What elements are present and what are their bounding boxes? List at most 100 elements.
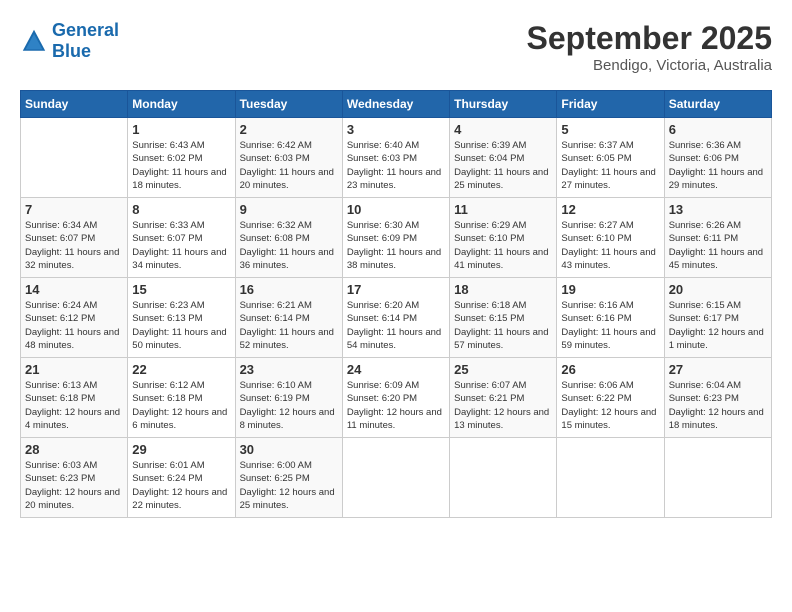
calendar-cell: 29 Sunrise: 6:01 AMSunset: 6:24 PMDaylig… [128, 438, 235, 518]
day-number: 19 [561, 282, 659, 297]
calendar-cell: 16 Sunrise: 6:21 AMSunset: 6:14 PMDaylig… [235, 278, 342, 358]
cell-info: Sunrise: 6:42 AMSunset: 6:03 PMDaylight:… [240, 139, 338, 192]
cell-info: Sunrise: 6:06 AMSunset: 6:22 PMDaylight:… [561, 379, 659, 432]
calendar-cell: 20 Sunrise: 6:15 AMSunset: 6:17 PMDaylig… [664, 278, 771, 358]
cell-info: Sunrise: 6:43 AMSunset: 6:02 PMDaylight:… [132, 139, 230, 192]
column-header-saturday: Saturday [664, 91, 771, 118]
cell-info: Sunrise: 6:29 AMSunset: 6:10 PMDaylight:… [454, 219, 552, 272]
cell-info: Sunrise: 6:21 AMSunset: 6:14 PMDaylight:… [240, 299, 338, 352]
day-number: 24 [347, 362, 445, 377]
cell-info: Sunrise: 6:39 AMSunset: 6:04 PMDaylight:… [454, 139, 552, 192]
cell-info: Sunrise: 6:18 AMSunset: 6:15 PMDaylight:… [454, 299, 552, 352]
calendar-cell: 27 Sunrise: 6:04 AMSunset: 6:23 PMDaylig… [664, 358, 771, 438]
cell-info: Sunrise: 6:07 AMSunset: 6:21 PMDaylight:… [454, 379, 552, 432]
day-number: 29 [132, 442, 230, 457]
day-number: 21 [25, 362, 123, 377]
calendar-cell: 1 Sunrise: 6:43 AMSunset: 6:02 PMDayligh… [128, 118, 235, 198]
cell-info: Sunrise: 6:16 AMSunset: 6:16 PMDaylight:… [561, 299, 659, 352]
day-number: 10 [347, 202, 445, 217]
day-number: 4 [454, 122, 552, 137]
column-header-wednesday: Wednesday [342, 91, 449, 118]
day-number: 15 [132, 282, 230, 297]
day-number: 17 [347, 282, 445, 297]
cell-info: Sunrise: 6:13 AMSunset: 6:18 PMDaylight:… [25, 379, 123, 432]
day-number: 9 [240, 202, 338, 217]
calendar-cell: 28 Sunrise: 6:03 AMSunset: 6:23 PMDaylig… [21, 438, 128, 518]
calendar-cell: 8 Sunrise: 6:33 AMSunset: 6:07 PMDayligh… [128, 198, 235, 278]
calendar-cell: 25 Sunrise: 6:07 AMSunset: 6:21 PMDaylig… [450, 358, 557, 438]
week-row-2: 7 Sunrise: 6:34 AMSunset: 6:07 PMDayligh… [21, 198, 772, 278]
calendar-cell: 18 Sunrise: 6:18 AMSunset: 6:15 PMDaylig… [450, 278, 557, 358]
week-row-5: 28 Sunrise: 6:03 AMSunset: 6:23 PMDaylig… [21, 438, 772, 518]
calendar-cell: 3 Sunrise: 6:40 AMSunset: 6:03 PMDayligh… [342, 118, 449, 198]
calendar-cell [664, 438, 771, 518]
calendar-cell: 24 Sunrise: 6:09 AMSunset: 6:20 PMDaylig… [342, 358, 449, 438]
day-number: 11 [454, 202, 552, 217]
cell-info: Sunrise: 6:32 AMSunset: 6:08 PMDaylight:… [240, 219, 338, 272]
calendar-cell: 9 Sunrise: 6:32 AMSunset: 6:08 PMDayligh… [235, 198, 342, 278]
calendar-cell [557, 438, 664, 518]
logo-icon [20, 27, 48, 55]
cell-info: Sunrise: 6:12 AMSunset: 6:18 PMDaylight:… [132, 379, 230, 432]
calendar-cell: 30 Sunrise: 6:00 AMSunset: 6:25 PMDaylig… [235, 438, 342, 518]
day-number: 22 [132, 362, 230, 377]
cell-info: Sunrise: 6:23 AMSunset: 6:13 PMDaylight:… [132, 299, 230, 352]
day-number: 7 [25, 202, 123, 217]
location: Bendigo, Victoria, Australia [527, 57, 772, 74]
day-number: 27 [669, 362, 767, 377]
calendar-cell: 26 Sunrise: 6:06 AMSunset: 6:22 PMDaylig… [557, 358, 664, 438]
day-number: 14 [25, 282, 123, 297]
calendar-cell: 15 Sunrise: 6:23 AMSunset: 6:13 PMDaylig… [128, 278, 235, 358]
day-number: 23 [240, 362, 338, 377]
day-number: 18 [454, 282, 552, 297]
day-number: 30 [240, 442, 338, 457]
calendar-cell [342, 438, 449, 518]
calendar-cell: 4 Sunrise: 6:39 AMSunset: 6:04 PMDayligh… [450, 118, 557, 198]
calendar-table: SundayMondayTuesdayWednesdayThursdayFrid… [20, 90, 772, 518]
cell-info: Sunrise: 6:34 AMSunset: 6:07 PMDaylight:… [25, 219, 123, 272]
day-number: 13 [669, 202, 767, 217]
week-row-4: 21 Sunrise: 6:13 AMSunset: 6:18 PMDaylig… [21, 358, 772, 438]
title-block: September 2025 Bendigo, Victoria, Austra… [527, 20, 772, 74]
day-number: 8 [132, 202, 230, 217]
calendar-cell: 23 Sunrise: 6:10 AMSunset: 6:19 PMDaylig… [235, 358, 342, 438]
calendar-cell: 6 Sunrise: 6:36 AMSunset: 6:06 PMDayligh… [664, 118, 771, 198]
day-number: 16 [240, 282, 338, 297]
day-number: 28 [25, 442, 123, 457]
calendar-cell: 7 Sunrise: 6:34 AMSunset: 6:07 PMDayligh… [21, 198, 128, 278]
month-title: September 2025 [527, 20, 772, 57]
calendar-cell: 12 Sunrise: 6:27 AMSunset: 6:10 PMDaylig… [557, 198, 664, 278]
calendar-cell [450, 438, 557, 518]
cell-info: Sunrise: 6:09 AMSunset: 6:20 PMDaylight:… [347, 379, 445, 432]
calendar-cell: 2 Sunrise: 6:42 AMSunset: 6:03 PMDayligh… [235, 118, 342, 198]
calendar-cell: 21 Sunrise: 6:13 AMSunset: 6:18 PMDaylig… [21, 358, 128, 438]
day-number: 3 [347, 122, 445, 137]
week-row-1: 1 Sunrise: 6:43 AMSunset: 6:02 PMDayligh… [21, 118, 772, 198]
cell-info: Sunrise: 6:01 AMSunset: 6:24 PMDaylight:… [132, 459, 230, 512]
day-number: 2 [240, 122, 338, 137]
calendar-cell: 5 Sunrise: 6:37 AMSunset: 6:05 PMDayligh… [557, 118, 664, 198]
calendar-cell: 19 Sunrise: 6:16 AMSunset: 6:16 PMDaylig… [557, 278, 664, 358]
cell-info: Sunrise: 6:10 AMSunset: 6:19 PMDaylight:… [240, 379, 338, 432]
column-header-thursday: Thursday [450, 91, 557, 118]
calendar-cell: 10 Sunrise: 6:30 AMSunset: 6:09 PMDaylig… [342, 198, 449, 278]
cell-info: Sunrise: 6:33 AMSunset: 6:07 PMDaylight:… [132, 219, 230, 272]
cell-info: Sunrise: 6:00 AMSunset: 6:25 PMDaylight:… [240, 459, 338, 512]
column-header-tuesday: Tuesday [235, 91, 342, 118]
cell-info: Sunrise: 6:04 AMSunset: 6:23 PMDaylight:… [669, 379, 767, 432]
week-row-3: 14 Sunrise: 6:24 AMSunset: 6:12 PMDaylig… [21, 278, 772, 358]
cell-info: Sunrise: 6:27 AMSunset: 6:10 PMDaylight:… [561, 219, 659, 272]
cell-info: Sunrise: 6:30 AMSunset: 6:09 PMDaylight:… [347, 219, 445, 272]
logo-text: General [52, 20, 119, 41]
column-header-monday: Monday [128, 91, 235, 118]
cell-info: Sunrise: 6:15 AMSunset: 6:17 PMDaylight:… [669, 299, 767, 352]
day-number: 26 [561, 362, 659, 377]
header-row: SundayMondayTuesdayWednesdayThursdayFrid… [21, 91, 772, 118]
day-number: 25 [454, 362, 552, 377]
column-header-friday: Friday [557, 91, 664, 118]
column-header-sunday: Sunday [21, 91, 128, 118]
calendar-cell: 22 Sunrise: 6:12 AMSunset: 6:18 PMDaylig… [128, 358, 235, 438]
cell-info: Sunrise: 6:36 AMSunset: 6:06 PMDaylight:… [669, 139, 767, 192]
day-number: 6 [669, 122, 767, 137]
calendar-cell: 13 Sunrise: 6:26 AMSunset: 6:11 PMDaylig… [664, 198, 771, 278]
